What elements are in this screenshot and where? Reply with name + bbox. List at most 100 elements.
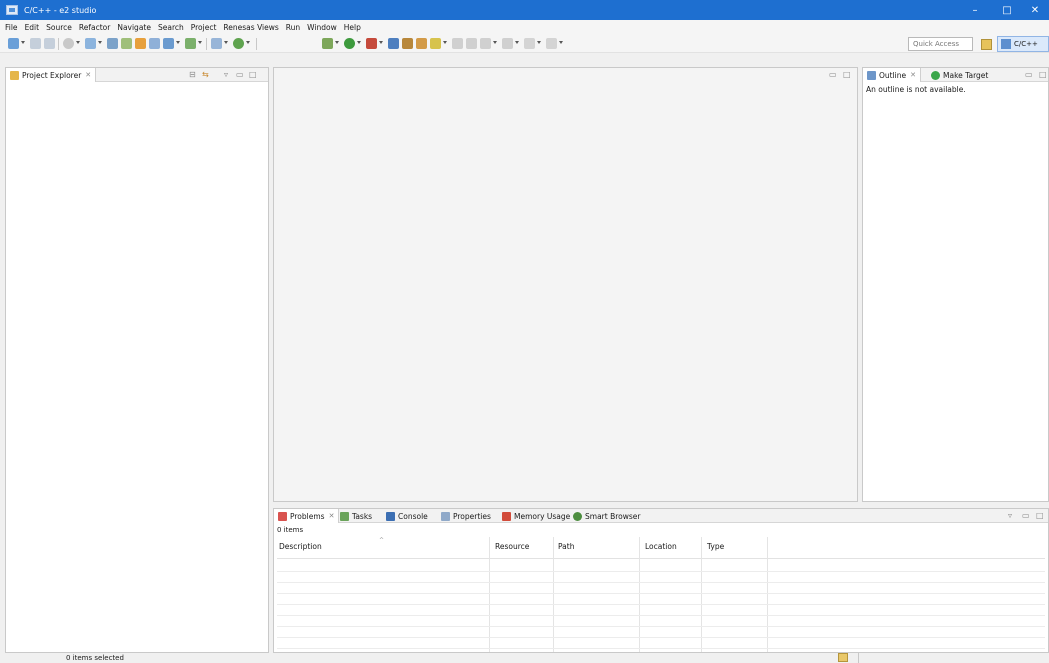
build-icon[interactable]: [85, 38, 96, 49]
debug-icon[interactable]: [322, 38, 333, 49]
run-program-icon[interactable]: [344, 38, 355, 49]
menu-run[interactable]: Run: [286, 23, 300, 32]
code-generator-icon[interactable]: [416, 38, 427, 49]
outline-icon: [867, 70, 876, 80]
menu-edit[interactable]: Edit: [25, 23, 40, 32]
menu-file[interactable]: File: [5, 23, 18, 32]
toggle-breakpoint-icon[interactable]: [402, 38, 413, 49]
build-target-dropdown-icon[interactable]: [76, 41, 80, 44]
maximize-view-icon[interactable]: □: [1039, 70, 1047, 79]
tab-make-target[interactable]: Make Target: [927, 68, 992, 82]
tab-project-explorer[interactable]: Project Explorer ✕: [6, 68, 97, 82]
search-dropdown-icon[interactable]: [224, 41, 228, 44]
close-window-button[interactable]: ✕: [1021, 0, 1049, 20]
tab-outline[interactable]: Outline ✕: [863, 68, 922, 82]
view-menu-icon[interactable]: ▿: [224, 70, 228, 79]
menu-source[interactable]: Source: [46, 23, 72, 32]
minimize-view-icon[interactable]: ▭: [1022, 511, 1030, 520]
run-icon[interactable]: [233, 38, 244, 49]
perspective-cpp-button[interactable]: C/C++: [997, 36, 1049, 52]
open-type-dropdown-icon[interactable]: [198, 41, 202, 44]
new-class-icon[interactable]: [121, 38, 132, 49]
forward-dropdown-icon[interactable]: [559, 41, 563, 44]
new-project-icon[interactable]: [163, 38, 174, 49]
tab-smart-browser[interactable]: Smart Browser: [569, 509, 644, 523]
collapse-all-icon[interactable]: ⊟: [189, 70, 196, 79]
refresh-icon[interactable]: [107, 38, 118, 49]
annotation-icon[interactable]: [430, 38, 441, 49]
close-tab-icon[interactable]: ✕: [910, 71, 916, 79]
run-dropdown-icon[interactable]: [246, 41, 250, 44]
maximize-view-icon[interactable]: □: [249, 70, 257, 79]
last-edit-location-icon[interactable]: [502, 38, 513, 49]
new-file-icon[interactable]: [149, 38, 160, 49]
menu-bar: File Edit Source Refactor Navigate Searc…: [0, 20, 1049, 35]
column-path[interactable]: Path: [558, 542, 574, 551]
new-dropdown-icon[interactable]: [21, 41, 25, 44]
cpp-perspective-icon: [1001, 39, 1011, 49]
column-description[interactable]: Description: [279, 542, 322, 551]
link-with-editor-icon[interactable]: ⇆: [202, 70, 209, 79]
menu-help[interactable]: Help: [344, 23, 361, 32]
maximize-button[interactable]: □: [993, 0, 1021, 20]
pin-editor-dropdown-icon[interactable]: [493, 41, 497, 44]
tab-tasks[interactable]: Tasks: [336, 509, 376, 523]
menu-search[interactable]: Search: [158, 23, 184, 32]
column-location[interactable]: Location: [645, 542, 677, 551]
back-dropdown-icon[interactable]: [537, 41, 541, 44]
column-divider: [489, 537, 490, 652]
new-icon[interactable]: [8, 38, 19, 49]
quick-access-input[interactable]: Quick Access: [908, 37, 973, 51]
tab-console[interactable]: Console: [382, 509, 432, 523]
close-tab-icon[interactable]: ✕: [329, 512, 335, 520]
view-menu-icon[interactable]: ▿: [1008, 511, 1012, 520]
minimize-button[interactable]: –: [961, 0, 989, 20]
minimize-view-icon[interactable]: ▭: [236, 70, 244, 79]
menu-refactor[interactable]: Refactor: [79, 23, 110, 32]
new-project-dropdown-icon[interactable]: [176, 41, 180, 44]
editor-minimize-icon[interactable]: ▭: [829, 70, 837, 79]
back-icon[interactable]: [524, 38, 535, 49]
status-indicator-icon[interactable]: [838, 653, 848, 662]
maximize-view-icon[interactable]: □: [1036, 511, 1044, 520]
menu-window[interactable]: Window: [307, 23, 337, 32]
menu-project[interactable]: Project: [191, 23, 217, 32]
save-icon[interactable]: [30, 38, 41, 49]
editor-maximize-icon[interactable]: □: [843, 70, 851, 79]
forward-icon[interactable]: [546, 38, 557, 49]
annotation-dropdown-icon[interactable]: [443, 41, 447, 44]
pin-editor-icon[interactable]: [480, 38, 491, 49]
perspective-label: C/C++: [1014, 40, 1038, 48]
project-explorer-tabstrip: Project Explorer ✕ ⊟ ⇆ ▿ ▭ □: [6, 68, 268, 82]
build-target-icon[interactable]: [63, 38, 74, 49]
minimize-view-icon[interactable]: ▭: [1025, 70, 1033, 79]
row-divider: [277, 615, 1045, 616]
tab-problems[interactable]: Problems ✕: [274, 509, 340, 523]
external-tools-icon[interactable]: [366, 38, 377, 49]
column-divider: [701, 537, 702, 652]
new-folder-icon[interactable]: [135, 38, 146, 49]
column-resource[interactable]: Resource: [495, 542, 529, 551]
open-perspective-icon[interactable]: [981, 39, 992, 50]
row-divider: [277, 637, 1045, 638]
menu-navigate[interactable]: Navigate: [117, 23, 151, 32]
tab-memory-usage[interactable]: Memory Usage: [498, 509, 574, 523]
run-program-dropdown-icon[interactable]: [357, 41, 361, 44]
connect-icon[interactable]: [388, 38, 399, 49]
column-type[interactable]: Type: [707, 542, 724, 551]
row-divider: [277, 593, 1045, 594]
status-bar: 0 items selected: [0, 653, 1049, 663]
previous-annotation-icon[interactable]: [466, 38, 477, 49]
properties-icon: [441, 511, 450, 521]
menu-renesas-views[interactable]: Renesas Views: [223, 23, 278, 32]
search-icon[interactable]: [211, 38, 222, 49]
tab-properties[interactable]: Properties: [437, 509, 495, 523]
debug-dropdown-icon[interactable]: [335, 41, 339, 44]
build-dropdown-icon[interactable]: [98, 41, 102, 44]
external-tools-dropdown-icon[interactable]: [379, 41, 383, 44]
save-all-icon[interactable]: [44, 38, 55, 49]
next-annotation-icon[interactable]: [452, 38, 463, 49]
open-type-icon[interactable]: [185, 38, 196, 49]
close-tab-icon[interactable]: ✕: [85, 71, 91, 79]
last-edit-dropdown-icon[interactable]: [515, 41, 519, 44]
